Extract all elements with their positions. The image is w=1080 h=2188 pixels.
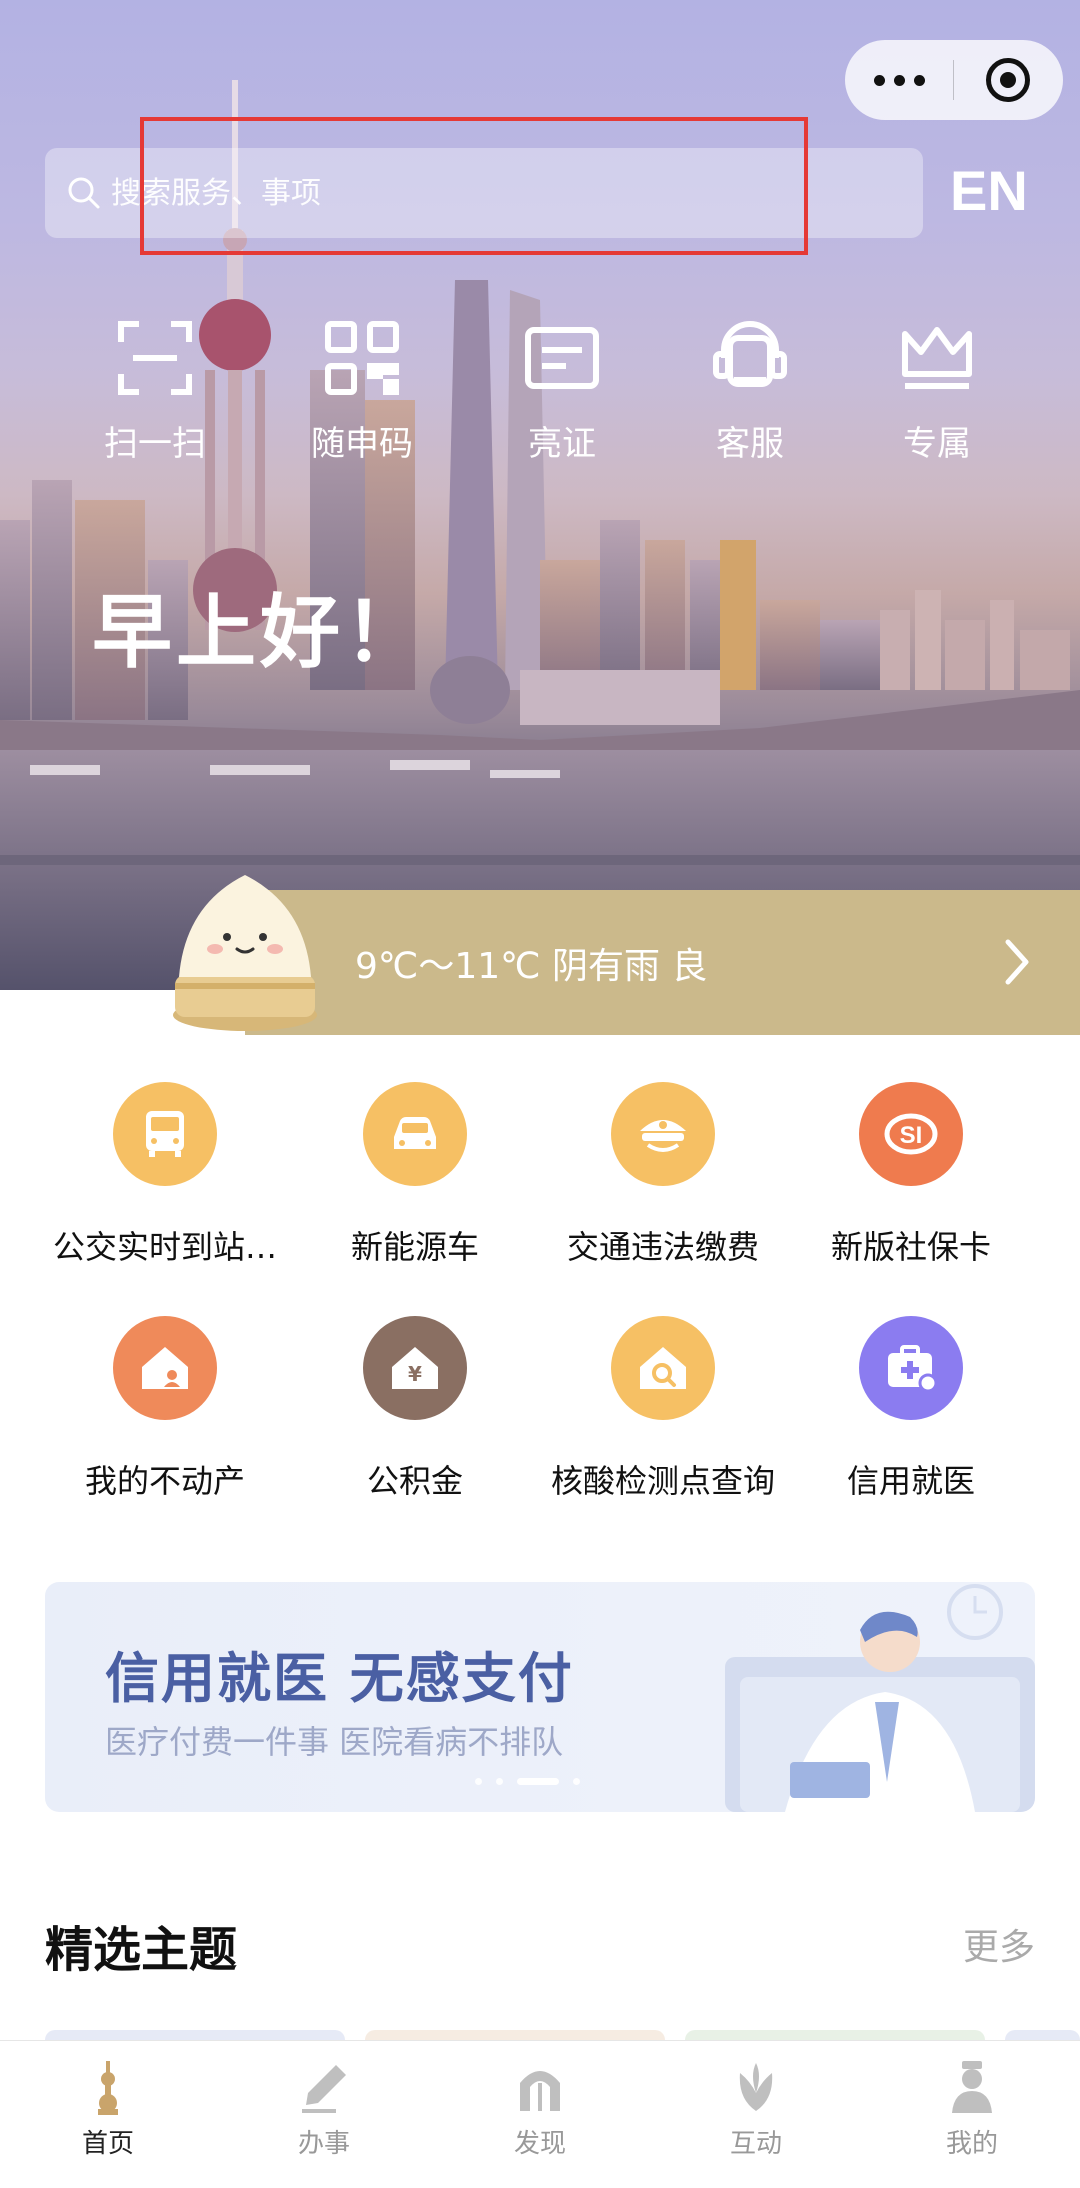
banner-pagination [475,1778,580,1785]
tab-discover[interactable]: 发现 [432,2041,648,2188]
quick-action-label: 亮证 [528,424,596,464]
tab-services[interactable]: 办事 [216,2041,432,2188]
section-title: 精选主题 [45,1922,238,1978]
magnolia-icon [739,2063,773,2111]
service-label: 公交实时到站… [52,1228,277,1266]
chevron-right-icon [1005,939,1029,985]
service-label: 新能源车 [350,1228,479,1266]
service-item[interactable]: 信用就医 [786,1316,1036,1502]
tab-label: 我的 [945,2129,998,2159]
service-label: 核酸检测点查询 [550,1462,775,1500]
svg-text:SI: SI [900,1122,923,1149]
highlight-box [140,117,808,255]
medical-kit-icon [888,1345,938,1393]
quick-action-scan[interactable]: 扫一扫 [65,318,245,465]
tab-label: 办事 [297,2129,350,2159]
service-icon-wrap [113,1082,217,1186]
more-menu-button[interactable] [845,40,953,120]
crown-icon [902,327,972,389]
service-icon-wrap: ¥ [363,1316,467,1420]
banner-subtitle: 医疗付费一件事 医院看病不排队 [105,1723,564,1761]
service-icon-wrap [113,1316,217,1420]
bun-mascot-icon [173,875,317,1031]
mini-program-capsule [845,40,1063,120]
bus-icon [146,1111,184,1157]
service-item[interactable]: 核酸检测点查询 [538,1316,788,1502]
tab-label: 发现 [513,2129,566,2159]
pearl-tower-icon [98,2061,118,2115]
greeting-text: 早上好！ [92,586,428,679]
quick-action-customer-service[interactable]: 客服 [660,318,840,465]
service-icon-wrap [611,1082,715,1186]
fund-icon: ¥ [392,1347,438,1389]
service-item[interactable]: 交通违法缴费 [538,1082,788,1268]
tab-mine[interactable]: 我的 [864,2041,1080,2188]
tab-label: 互动 [729,2129,782,2159]
weather-text: 9℃～11℃ 阴有雨 良 [355,945,708,987]
customer-service-icon [713,321,787,387]
police-cap-icon [640,1120,686,1152]
service-label: 我的不动产 [84,1462,245,1500]
scan-icon [118,321,192,395]
search-icon [68,177,100,209]
section-more-link[interactable]: 更多 [963,1918,1035,1970]
car-icon [394,1117,436,1149]
social-security-icon: SI [884,1113,938,1155]
weather-bar[interactable]: 9℃～11℃ 阴有雨 良 [245,890,1080,1035]
quick-action-qr-code[interactable]: 随申码 [272,318,452,465]
service-icon-wrap: SI [859,1082,963,1186]
quick-actions: 扫一扫 随申码 亮证 客服 专属 [0,318,1080,488]
id-card-icon [525,327,599,389]
service-item[interactable]: ¥ 公积金 [290,1316,540,1502]
arch-icon [520,2071,560,2111]
service-icon-wrap [611,1316,715,1420]
quick-action-label: 客服 [716,424,784,464]
bottom-tab-bar: 首页 办事 发现 互动 我的 [0,2040,1080,2188]
svg-text:¥: ¥ [408,1362,422,1386]
test-site-icon [640,1347,686,1389]
tab-label: 首页 [81,2129,134,2159]
tab-interact[interactable]: 互动 [648,2041,864,2188]
service-label: 交通违法缴费 [566,1228,759,1266]
quick-action-exclusive[interactable]: 专属 [847,318,1027,465]
language-switch-button[interactable]: EN [950,158,1028,223]
doctor-illustration [725,1584,1035,1812]
close-app-button[interactable] [954,40,1062,120]
banner-title: 信用就医 无感支付 [105,1647,574,1710]
service-label: 新版社保卡 [830,1228,991,1266]
quick-action-label: 扫一扫 [104,424,206,464]
qr-code-icon [325,321,399,395]
quick-action-id-card[interactable]: 亮证 [472,318,652,465]
service-item[interactable]: 我的不动产 [40,1316,290,1502]
person-icon [952,2061,992,2113]
service-icon-wrap [859,1316,963,1420]
service-item[interactable]: 公交实时到站… [40,1082,290,1268]
service-item[interactable]: SI 新版社保卡 [786,1082,1036,1268]
quick-action-label: 专属 [903,424,971,464]
service-label: 公积金 [366,1462,463,1500]
tab-home[interactable]: 首页 [0,2041,216,2188]
quick-action-label: 随申码 [311,424,413,464]
house-icon [142,1347,188,1389]
service-icon-wrap [363,1082,467,1186]
promo-banner[interactable]: 信用就医 无感支付 医疗付费一件事 医院看病不排队 [45,1582,1035,1812]
service-item[interactable]: 新能源车 [290,1082,540,1268]
pen-icon [302,2065,346,2113]
service-label: 信用就医 [846,1462,975,1500]
